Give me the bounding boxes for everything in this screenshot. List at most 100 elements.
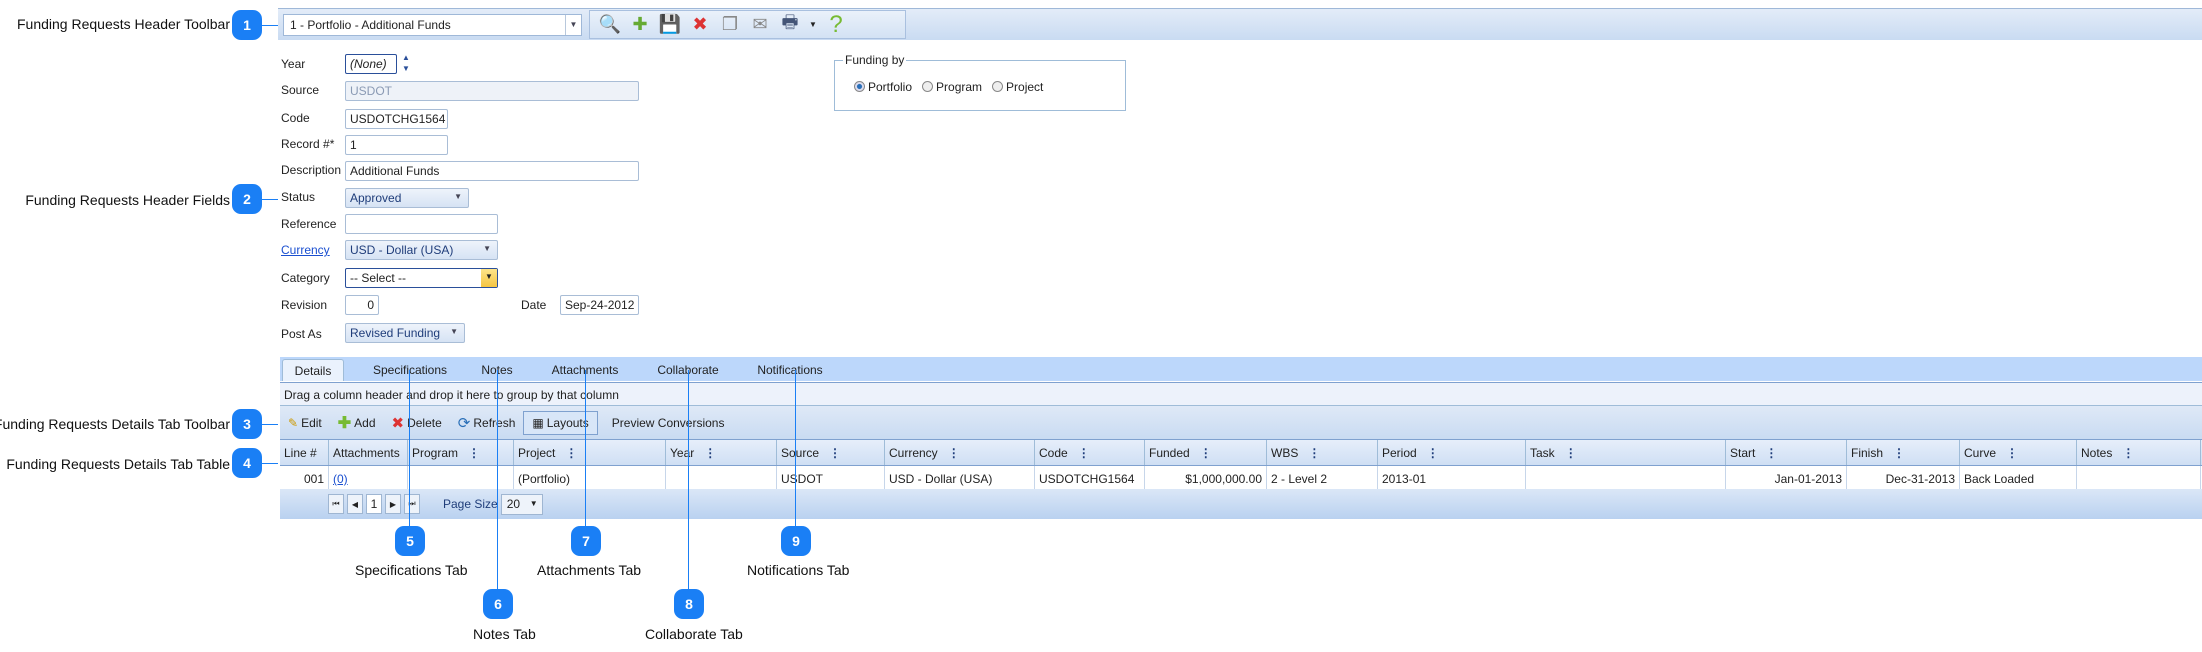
next-page-icon[interactable]: ▶ [385, 494, 401, 514]
current-page[interactable]: 1 [366, 494, 382, 514]
chevron-down-icon[interactable]: ▼ [565, 15, 581, 35]
reference-label: Reference [281, 217, 337, 231]
reference-input[interactable] [345, 214, 498, 234]
callout-badge: 8 [674, 589, 704, 619]
record-select[interactable]: 1 - Portfolio - Additional Funds ▼ [283, 14, 582, 36]
post-as-select[interactable]: Revised Funding ▼ [345, 323, 465, 343]
callout-badge: 5 [395, 526, 425, 556]
date-input[interactable]: Sep-24-2012 [560, 295, 639, 315]
callout-badge: 4 [232, 448, 262, 478]
layouts-button[interactable]: ▦ Layouts [523, 410, 598, 435]
details-table: Line # Attachments Program ⋮ Project ⋮ Year ⋮ So… [280, 439, 2202, 493]
column-menu-icon[interactable]: ⋮ [1565, 446, 1577, 460]
column-header[interactable]: Program ⋮ [408, 440, 514, 465]
column-menu-icon[interactable]: ⋮ [1078, 446, 1090, 460]
column-menu-icon[interactable]: ⋮ [948, 446, 960, 460]
prev-page-icon[interactable]: ◀ [347, 494, 363, 514]
column-header[interactable]: Project ⋮ [514, 440, 666, 465]
column-header-label: Project [518, 446, 556, 460]
column-menu-icon[interactable]: ⋮ [704, 446, 716, 460]
delete-label: Delete [407, 415, 442, 430]
column-header[interactable]: Funded ⋮ [1145, 440, 1267, 465]
refresh-button[interactable]: ⟳ Refresh [450, 411, 524, 435]
last-page-icon[interactable]: ⏭ [404, 494, 420, 514]
column-menu-icon[interactable]: ⋮ [2006, 446, 2018, 460]
column-menu-icon[interactable]: ⋮ [1200, 446, 1212, 460]
category-value: -- Select -- [350, 271, 407, 285]
column-header-label: Currency [889, 446, 938, 460]
save-icon[interactable]: 💾 [658, 14, 682, 36]
first-page-icon[interactable]: ⏮ [328, 494, 344, 514]
revision-input[interactable]: 0 [345, 295, 379, 315]
delete-document-icon[interactable]: ✖ [688, 14, 712, 36]
chevron-down-icon[interactable]: ▼ [808, 14, 818, 36]
record-input[interactable]: 1 [345, 135, 448, 155]
column-menu-icon[interactable]: ⋮ [1765, 446, 1777, 460]
new-document-icon[interactable]: ✚ [628, 14, 652, 36]
column-header-label: Notes [2081, 446, 2113, 460]
column-header[interactable]: Start ⋮ [1726, 440, 1847, 465]
column-menu-icon[interactable]: ⋮ [1427, 446, 1439, 460]
chevron-down-icon[interactable]: ▼ [481, 269, 497, 287]
column-menu-icon[interactable]: ⋮ [1308, 446, 1320, 460]
column-header[interactable]: Line # [280, 440, 329, 465]
column-header[interactable]: Task ⋮ [1526, 440, 1726, 465]
column-menu-icon[interactable]: ⋮ [565, 446, 577, 460]
column-header[interactable]: Period ⋮ [1378, 440, 1526, 465]
group-by-panel[interactable]: Drag a column header and drop it here to… [280, 382, 2202, 406]
source-select: USDOT [345, 81, 639, 101]
year-input[interactable]: (None) [345, 54, 397, 74]
print-icon[interactable]: 🖶 [778, 12, 802, 36]
column-menu-icon[interactable]: ⋮ [1893, 446, 1905, 460]
column-header-label: WBS [1271, 446, 1299, 460]
description-input[interactable]: Additional Funds [345, 161, 639, 181]
status-select[interactable]: Approved ▼ [345, 188, 469, 208]
page-size-select[interactable]: 20 ▼ [500, 493, 543, 515]
page-size-label: Page Size [443, 497, 498, 511]
currency-select[interactable]: USD - Dollar (USA) ▼ [345, 240, 498, 260]
delete-button[interactable]: ✖ Delete [384, 411, 450, 435]
year-spinner[interactable]: ▲ ▼ [402, 52, 410, 74]
column-header[interactable]: Year ⋮ [666, 440, 777, 465]
source-value: USDOT [350, 84, 392, 98]
column-header[interactable]: Curve ⋮ [1960, 440, 2077, 465]
column-header[interactable]: Code ⋮ [1035, 440, 1145, 465]
header-icon-group: 🔍 ✚ 💾 ✖ ❐ ✉ 🖶 ▼ ? [589, 10, 906, 39]
radio-program[interactable]: Program [922, 80, 982, 94]
radio-portfolio[interactable]: Portfolio [854, 80, 912, 94]
edit-button[interactable]: ✎ Edit [280, 411, 330, 435]
column-menu-icon[interactable]: ⋮ [468, 446, 480, 460]
detail-tabs: Details Specifications Notes Attachments… [280, 357, 2202, 381]
code-input[interactable]: USDOTCHG1564 [345, 109, 448, 129]
add-button[interactable]: ✚ Add [330, 411, 384, 435]
column-header[interactable]: Source ⋮ [777, 440, 885, 465]
layouts-label: Layouts [546, 415, 589, 430]
column-header[interactable]: Finish ⋮ [1847, 440, 1960, 465]
callout-line [497, 370, 498, 590]
email-icon[interactable]: ✉ [748, 14, 772, 36]
search-icon[interactable]: 🔍 [598, 14, 622, 36]
tab-notifications[interactable]: Notifications [747, 359, 833, 381]
column-header-label: Curve [1964, 446, 1997, 460]
preview-conversions-button[interactable]: Preview Conversions [604, 411, 733, 435]
copy-icon[interactable]: ❐ [718, 14, 742, 36]
radio-label: Portfolio [868, 80, 913, 94]
delete-icon: ✖ [391, 414, 405, 432]
tab-specifications[interactable]: Specifications [369, 359, 451, 381]
help-icon[interactable]: ? [824, 11, 848, 38]
tab-details[interactable]: Details [282, 359, 344, 381]
callout-badge: 3 [232, 409, 262, 439]
chevron-down-icon: ▼ [529, 498, 538, 508]
radio-project[interactable]: Project [992, 80, 1043, 94]
radio-unchecked-icon [992, 81, 1004, 92]
category-select[interactable]: -- Select -- ▼ [345, 268, 498, 288]
callout-badge: 7 [571, 526, 601, 556]
column-menu-icon[interactable]: ⋮ [829, 446, 841, 460]
currency-link[interactable]: Currency [281, 243, 330, 257]
column-header[interactable]: Notes ⋮ [2077, 440, 2201, 465]
column-header[interactable]: WBS ⋮ [1267, 440, 1378, 465]
column-header[interactable]: Attachments [329, 440, 408, 465]
column-header-label: Code [1039, 446, 1068, 460]
column-menu-icon[interactable]: ⋮ [2122, 446, 2134, 460]
column-header[interactable]: Currency ⋮ [885, 440, 1035, 465]
